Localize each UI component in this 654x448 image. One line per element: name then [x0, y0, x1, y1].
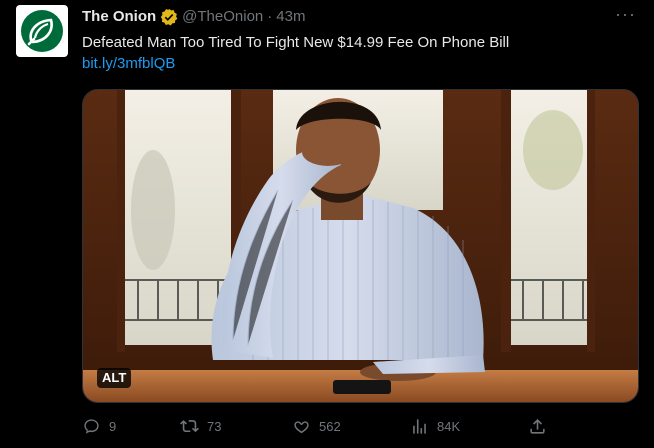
tweet-header: The Onion @TheOnion · 43m — [82, 7, 634, 27]
like-button[interactable]: 562 — [292, 417, 341, 436]
tweet-timestamp[interactable]: 43m — [276, 7, 305, 27]
separator-dot: · — [267, 8, 273, 25]
repost-count: 73 — [207, 419, 222, 434]
onion-logo-icon — [21, 10, 63, 52]
like-count: 562 — [319, 419, 341, 434]
author-avatar[interactable] — [16, 5, 68, 57]
repost-icon — [180, 420, 199, 433]
views-bar-chart-icon — [413, 419, 426, 434]
heart-icon — [294, 421, 309, 434]
tweet-actions: 9 73 562 84K — [82, 413, 552, 441]
photo-illustration — [83, 90, 638, 402]
author-handle[interactable]: @TheOnion — [182, 7, 263, 27]
share-button[interactable] — [528, 417, 547, 436]
author-name[interactable]: The Onion — [82, 7, 156, 27]
verified-badge-icon[interactable] — [160, 8, 178, 26]
reply-icon — [84, 419, 99, 434]
repost-button[interactable]: 73 — [180, 417, 221, 436]
tweet-link[interactable]: bit.ly/3mfblQB — [82, 54, 175, 74]
tweet-image[interactable]: ALT — [82, 89, 639, 403]
tweet-text: Defeated Man Too Tired To Fight New $14.… — [82, 34, 510, 51]
reply-button[interactable]: 9 — [82, 417, 116, 436]
alt-badge[interactable]: ALT — [97, 368, 132, 388]
tweet[interactable]: The Onion @TheOnion · 43m ··· Defeated M… — [0, 0, 654, 448]
share-icon — [530, 419, 545, 434]
reply-count: 9 — [109, 419, 117, 434]
more-options-icon[interactable]: ··· — [615, 4, 636, 24]
views-count: 84K — [437, 419, 461, 434]
views-button[interactable]: 84K — [410, 417, 460, 436]
